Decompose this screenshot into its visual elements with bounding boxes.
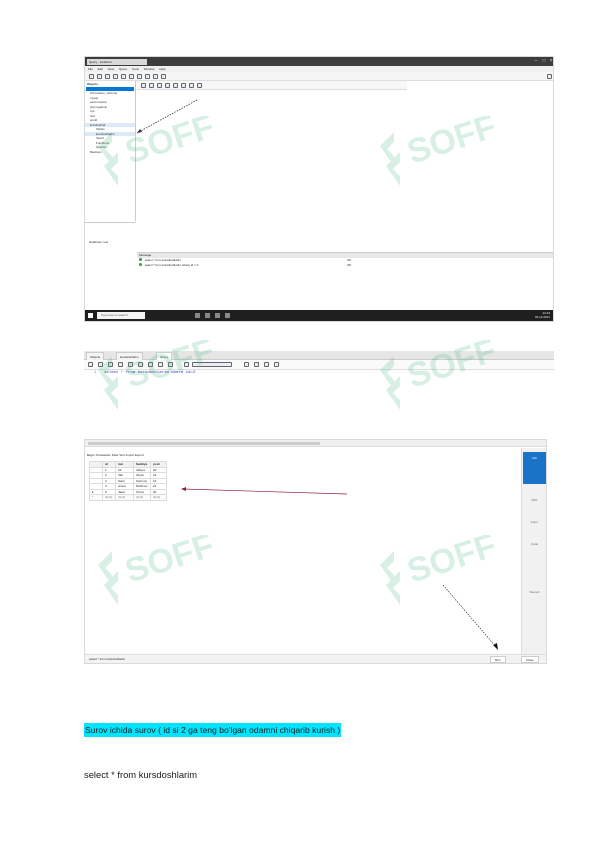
run-icon[interactable] (254, 362, 259, 367)
annotation-arrow-1 (136, 99, 198, 134)
explain-icon[interactable] (168, 362, 173, 367)
line-number: 1 (94, 371, 97, 375)
database-dropdown[interactable] (192, 362, 232, 367)
annotation-arrows-3 (181, 487, 498, 650)
screenshot-result-grid: Begin Transaction Filter Sort Import Exp… (84, 439, 547, 664)
clear-icon[interactable] (274, 362, 279, 367)
run-icon[interactable] (148, 362, 153, 367)
sql-code[interactable]: select * from kursdoshlarim where id=2 (104, 370, 195, 377)
tab-query[interactable]: Query (156, 352, 173, 360)
stop-icon[interactable] (158, 362, 163, 367)
beautify-icon[interactable] (108, 362, 113, 367)
sql-editor[interactable]: 1 select * from kursdoshlarim where id=2 (84, 370, 554, 384)
code-snippet-icon[interactable] (118, 362, 123, 367)
save-icon[interactable] (88, 362, 93, 367)
highlighted-heading: Surov ichida surov ( id si 2 ga teng bo'… (84, 723, 342, 737)
screenshot-database-client: Query - localhost – □ × File Edit View Q… (84, 56, 554, 322)
text-icon[interactable] (128, 362, 133, 367)
sql-statement-text: select * from kursdoshlarim (84, 769, 198, 780)
tab-table[interactable]: kursdoshlarim (116, 352, 143, 360)
db-select-icon[interactable] (184, 362, 189, 367)
refresh-icon[interactable] (264, 362, 269, 367)
editor-toolbar (84, 360, 554, 370)
export-icon[interactable] (138, 362, 143, 367)
tab-objects[interactable]: Objects (86, 352, 105, 360)
screenshot-query-editor: Objects kursdoshlarim Query 1 select * f… (84, 351, 554, 385)
query-builder-icon[interactable] (98, 362, 103, 367)
settings-icon[interactable] (244, 362, 249, 367)
editor-tabs: Objects kursdoshlarim Query (84, 351, 554, 360)
